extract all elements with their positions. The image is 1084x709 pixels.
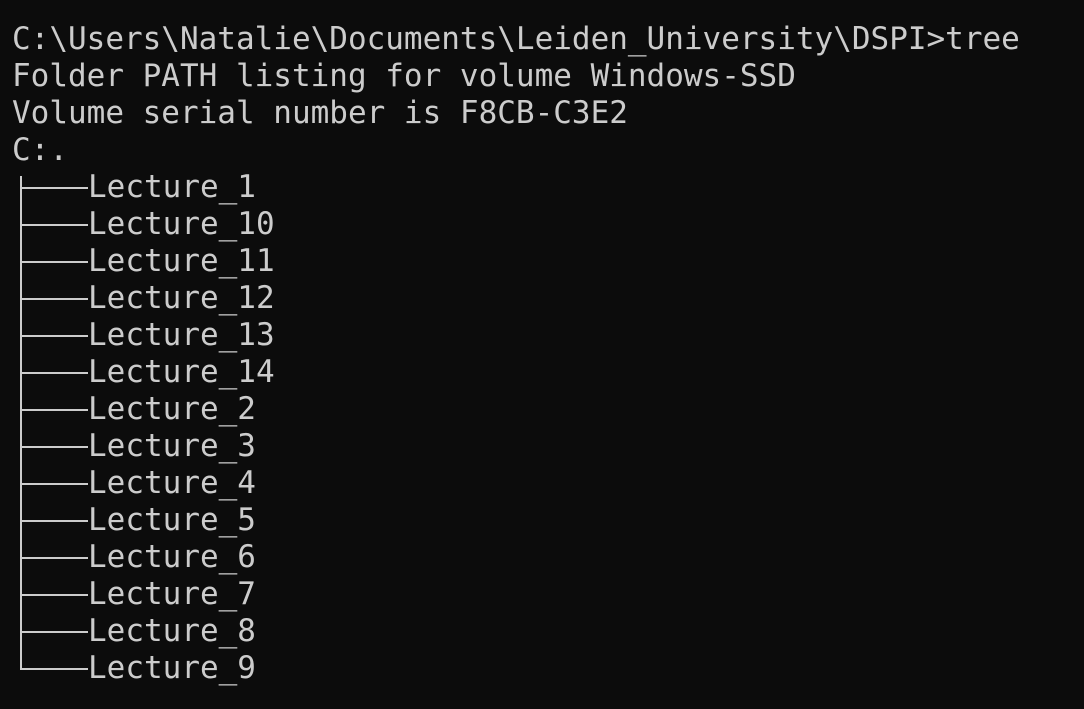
terminal-window[interactable]: C:\Users\Natalie\Documents\Leiden_Univer… xyxy=(0,0,1084,709)
folder-listing-header: Folder PATH listing for volume Windows-S… xyxy=(12,58,796,94)
tree-item: Lecture_12 xyxy=(12,280,1084,317)
tree-item: Lecture_9 xyxy=(12,650,1084,687)
folder-name: Lecture_2 xyxy=(88,391,256,427)
folder-name: Lecture_14 xyxy=(88,354,275,390)
tree-branch-connector xyxy=(12,650,88,687)
tree-branch-connector xyxy=(12,354,88,391)
tree-item: Lecture_2 xyxy=(12,391,1084,428)
tree-item: Lecture_1 xyxy=(12,169,1084,206)
folder-name: Lecture_12 xyxy=(88,280,275,316)
volume-serial-line: Volume serial number is F8CB-C3E2 xyxy=(12,95,628,131)
folder-name: Lecture_13 xyxy=(88,317,275,353)
tree-branch-connector xyxy=(12,576,88,613)
folder-name: Lecture_4 xyxy=(88,465,256,501)
tree-item: Lecture_6 xyxy=(12,539,1084,576)
tree-item: Lecture_4 xyxy=(12,465,1084,502)
tree-branch-connector xyxy=(12,391,88,428)
folder-name: Lecture_11 xyxy=(88,243,275,279)
tree-branch-connector xyxy=(12,206,88,243)
tree-item: Lecture_11 xyxy=(12,243,1084,280)
tree-item: Lecture_14 xyxy=(12,354,1084,391)
tree-branch-connector xyxy=(12,317,88,354)
folder-name: Lecture_6 xyxy=(88,539,256,575)
tree-root: C:. xyxy=(12,132,68,168)
tree-branch-connector xyxy=(12,169,88,206)
folder-name: Lecture_5 xyxy=(88,502,256,538)
tree-branch-connector xyxy=(12,539,88,576)
folder-tree: Lecture_1 Lecture_10 Lecture_11 Lecture_12 L… xyxy=(12,169,1084,687)
tree-branch-connector xyxy=(12,613,88,650)
tree-branch-connector xyxy=(12,243,88,280)
tree-item: Lecture_7 xyxy=(12,576,1084,613)
tree-item: Lecture_13 xyxy=(12,317,1084,354)
folder-name: Lecture_8 xyxy=(88,613,256,649)
tree-item: Lecture_10 xyxy=(12,206,1084,243)
folder-name: Lecture_9 xyxy=(88,650,256,686)
tree-item: Lecture_3 xyxy=(12,428,1084,465)
tree-item: Lecture_5 xyxy=(12,502,1084,539)
folder-name: Lecture_7 xyxy=(88,576,256,612)
tree-branch-connector xyxy=(12,428,88,465)
folder-name: Lecture_3 xyxy=(88,428,256,464)
tree-branch-connector xyxy=(12,465,88,502)
tree-item: Lecture_8 xyxy=(12,613,1084,650)
command-line: C:\Users\Natalie\Documents\Leiden_Univer… xyxy=(12,21,1020,57)
folder-name: Lecture_1 xyxy=(88,169,256,205)
tree-branch-connector xyxy=(12,502,88,539)
folder-name: Lecture_10 xyxy=(88,206,275,242)
tree-branch-connector xyxy=(12,280,88,317)
